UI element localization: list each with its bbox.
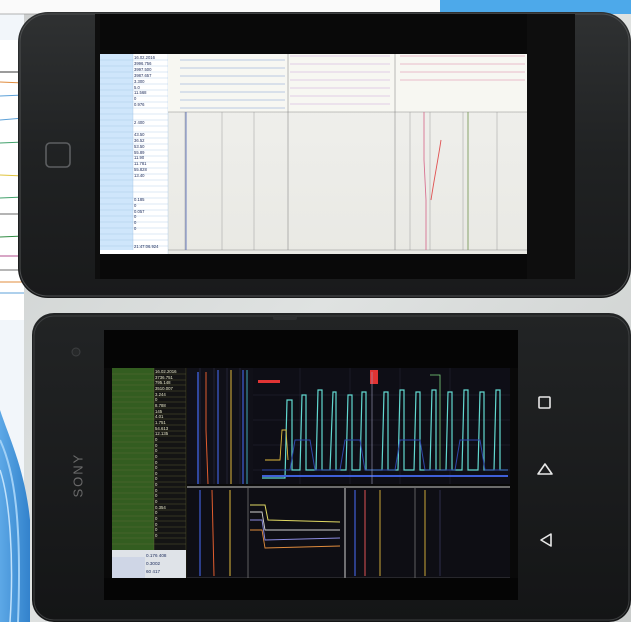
photo-scene [0,0,631,622]
lower-sidebar-values: 16.02.2016 3736.751 795.148 3510.007 3.2… [155,369,177,539]
upper-sidebar-values: 16.02.2016 3996.756 3997.500 3987.657 3.… [134,55,159,249]
lower-bottom-values: 0.176 408 0.3002 60 417 [146,553,167,574]
sony-logo: SONY [70,452,86,498]
